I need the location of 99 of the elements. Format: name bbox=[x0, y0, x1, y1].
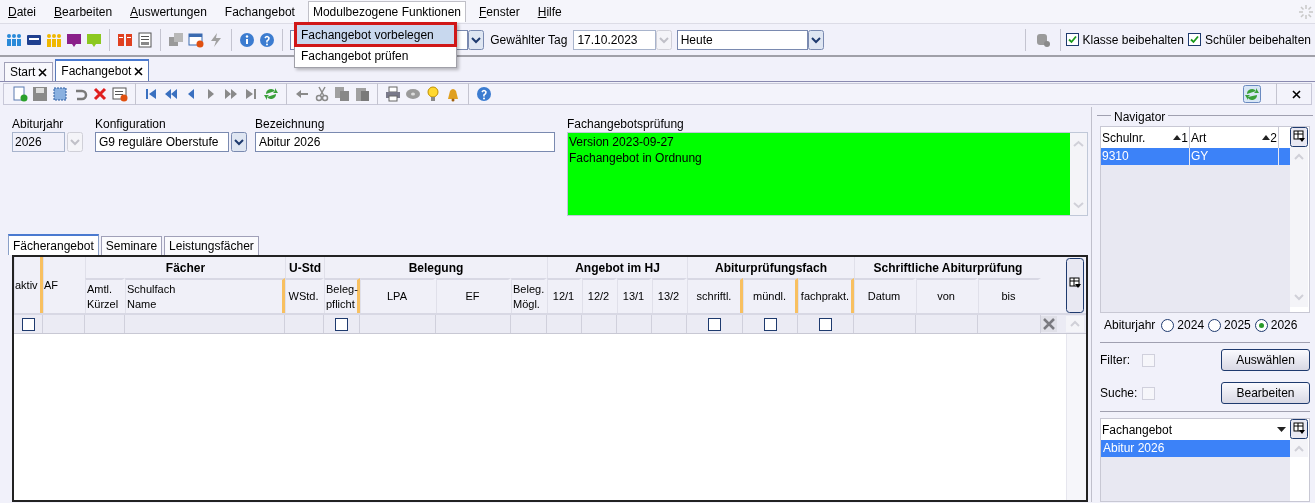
status-text: Version 2023-09-27 bbox=[569, 134, 675, 150]
action-button[interactable]: Auswählen bbox=[1221, 349, 1310, 371]
bulb-icon[interactable] bbox=[425, 86, 441, 102]
radio-label: 2026 bbox=[1270, 317, 1298, 334]
scissors-icon[interactable] bbox=[314, 86, 330, 102]
combo-box[interactable]: 2026 bbox=[12, 132, 65, 152]
spinner-icon bbox=[1298, 3, 1314, 20]
tab[interactable]: Leistungsfächer bbox=[164, 236, 259, 255]
list-row[interactable]: Abitur 2026 bbox=[1101, 440, 1290, 457]
sort-ascending-icon bbox=[1173, 135, 1182, 140]
tab[interactable]: Seminare bbox=[100, 236, 163, 255]
menu-item[interactable]: Hilfe bbox=[532, 1, 567, 22]
combo-box[interactable]: G9 reguläre Oberstufe bbox=[95, 132, 229, 152]
checkbox-label: Schüler beibehalten bbox=[1204, 31, 1311, 49]
sort-ascending-icon bbox=[1262, 135, 1271, 140]
menu-item[interactable]: Auswertungen bbox=[125, 1, 212, 22]
menu-option[interactable]: Fachangebot vorbelegen bbox=[296, 24, 455, 45]
new-document-icon[interactable] bbox=[12, 86, 28, 102]
save-icon[interactable] bbox=[32, 86, 48, 102]
scrollbar[interactable] bbox=[1066, 334, 1086, 500]
checkbox[interactable] bbox=[763, 317, 777, 331]
refresh-icon[interactable] bbox=[1243, 85, 1261, 103]
period-combo[interactable]: Heute bbox=[676, 29, 808, 50]
dropdown-button[interactable] bbox=[468, 29, 485, 50]
radio-button[interactable] bbox=[1161, 318, 1175, 332]
field-label: Suche: bbox=[1100, 385, 1139, 402]
bell-icon[interactable] bbox=[445, 86, 461, 102]
radio-button[interactable] bbox=[1208, 318, 1222, 332]
window-icon[interactable] bbox=[188, 31, 204, 48]
field-label: Konfiguration bbox=[95, 116, 167, 132]
column-group-header: Belegung bbox=[324, 257, 547, 278]
tab[interactable]: Start bbox=[4, 62, 54, 81]
disc-icon[interactable] bbox=[405, 86, 421, 102]
close-icon[interactable] bbox=[134, 66, 144, 76]
text-field[interactable]: Abitur 2026 bbox=[255, 132, 555, 152]
field-label: Filter: bbox=[1100, 352, 1131, 369]
info-icon[interactable] bbox=[239, 31, 255, 48]
checkbox-label: Klasse beibehalten bbox=[1082, 31, 1184, 49]
radio-label: 2025 bbox=[1224, 317, 1251, 334]
shape-icon[interactable] bbox=[1034, 31, 1051, 48]
menu-item[interactable]: Bearbeiten bbox=[49, 1, 118, 22]
radio-button[interactable] bbox=[1254, 318, 1268, 332]
list-row[interactable]: 9310 GY bbox=[1101, 148, 1290, 165]
tab[interactable]: Fächerangebot bbox=[8, 234, 99, 255]
menu-item[interactable]: Datei bbox=[3, 1, 42, 22]
clear-filter-icon[interactable] bbox=[1041, 316, 1057, 332]
menu-item[interactable]: Modulbezogene Funktionen bbox=[307, 1, 466, 22]
board-icon[interactable] bbox=[66, 31, 82, 48]
print-icon[interactable] bbox=[385, 86, 401, 102]
day-label: Gewählter Tag bbox=[490, 31, 568, 49]
column-group-header: Angebot im HJ bbox=[547, 257, 687, 278]
menu-option[interactable]: Fachangebot prüfen bbox=[296, 45, 455, 66]
fast-forward-icon[interactable] bbox=[223, 86, 239, 102]
paste-icon[interactable] bbox=[354, 86, 370, 102]
copy-icon[interactable] bbox=[168, 31, 184, 48]
column-chooser-button[interactable] bbox=[1066, 258, 1084, 313]
help-icon[interactable] bbox=[259, 31, 275, 48]
column-chooser-button[interactable] bbox=[1290, 127, 1308, 147]
column-header[interactable]: Fachangebot bbox=[1101, 419, 1290, 440]
checkbox[interactable] bbox=[819, 317, 832, 331]
checkbox[interactable] bbox=[1187, 33, 1201, 46]
column-group-header: Fächer bbox=[85, 257, 285, 278]
close-icon[interactable] bbox=[38, 67, 48, 77]
radio-group-label: Abiturjahr bbox=[1104, 317, 1156, 334]
field-label: Abiturjahr bbox=[12, 116, 65, 132]
column-group-header: Abiturprüfungsfach bbox=[687, 257, 854, 278]
help-icon[interactable] bbox=[476, 86, 492, 102]
action-button[interactable]: Bearbeiten bbox=[1221, 382, 1310, 404]
checkbox[interactable] bbox=[708, 317, 721, 331]
close-icon[interactable] bbox=[1292, 89, 1301, 99]
delete-icon[interactable] bbox=[92, 86, 108, 102]
dropdown-button[interactable] bbox=[231, 132, 247, 152]
sort-descending-icon bbox=[1277, 427, 1286, 432]
date-field[interactable]: 17.10.2023 bbox=[573, 29, 656, 50]
column-group-header: Schriftliche Abiturprüfung bbox=[854, 257, 1041, 278]
copy-icon[interactable] bbox=[334, 86, 350, 102]
lightning-icon[interactable] bbox=[208, 31, 224, 48]
menu-item[interactable]: Fachangebot bbox=[219, 1, 300, 22]
checkbox[interactable] bbox=[335, 317, 348, 331]
form-icon[interactable] bbox=[112, 86, 128, 102]
menu-item[interactable]: Fenster bbox=[474, 1, 525, 22]
column-group-header: U-Std bbox=[285, 257, 324, 278]
tab[interactable]: Fachangebot bbox=[55, 59, 150, 81]
last-icon[interactable] bbox=[243, 86, 259, 102]
scrollbar[interactable] bbox=[1290, 147, 1308, 307]
status-text: Fachangebot in Ordnung bbox=[569, 150, 703, 166]
selection-icon[interactable] bbox=[52, 86, 68, 102]
dropdown-button[interactable] bbox=[807, 29, 824, 50]
checkbox[interactable] bbox=[21, 317, 35, 331]
first-icon[interactable] bbox=[143, 86, 159, 102]
field-label: Fachangebotsprüfung bbox=[567, 116, 685, 132]
document-icon[interactable] bbox=[137, 31, 153, 48]
book-icon[interactable] bbox=[117, 31, 133, 48]
checkbox[interactable] bbox=[1065, 33, 1079, 46]
refresh-icon[interactable] bbox=[263, 86, 279, 102]
radio-label: 2024 bbox=[1177, 317, 1205, 334]
fast-backward-icon[interactable] bbox=[163, 86, 179, 102]
field-label: Bezeichnung bbox=[255, 116, 326, 132]
column-chooser-button[interactable] bbox=[1290, 419, 1308, 439]
